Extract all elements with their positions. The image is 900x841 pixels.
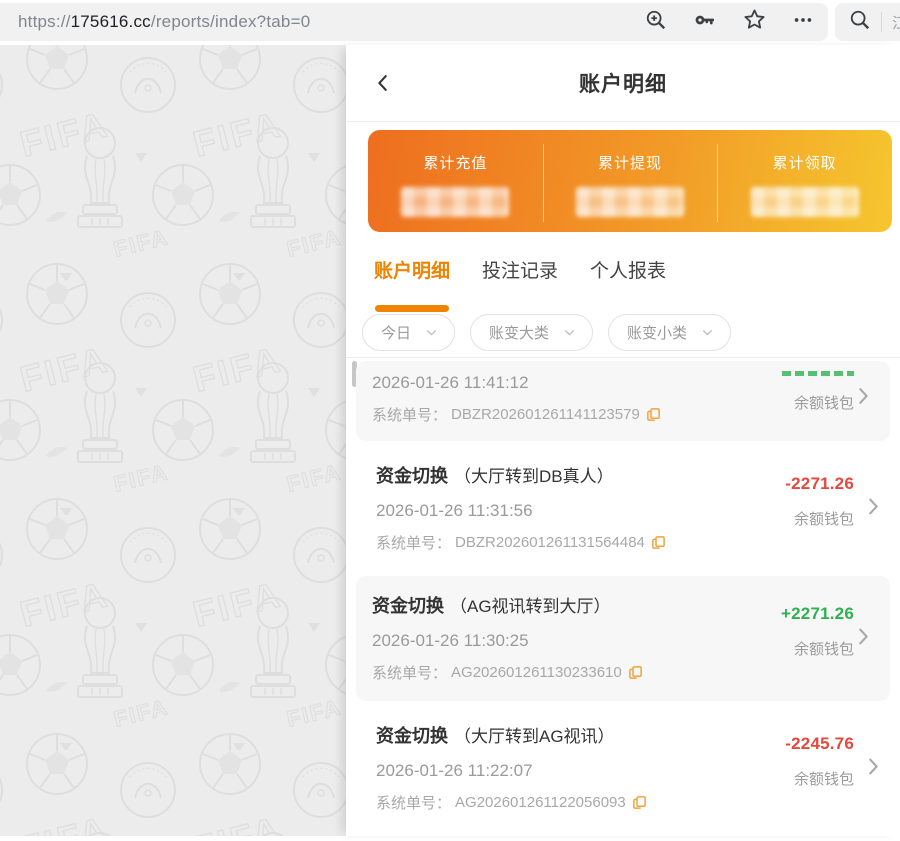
order-line: 系统单号：DBZR202601261131564484 xyxy=(376,532,744,553)
filter-dropdown[interactable]: 账变大类 xyxy=(470,314,593,351)
find-search-box[interactable]: 江 xyxy=(835,3,900,41)
wallet-type: 余额钱包 xyxy=(794,638,854,659)
filter-label: 账变小类 xyxy=(627,322,687,343)
transaction-title: 资金切换 （大厅转到AG视讯） xyxy=(376,722,744,748)
report-panel: 账户明细 累计充值 累计提现 累计领取 账户明细 投注记录 个人报表 今日 账变… xyxy=(346,45,900,836)
filter-row: 今日 账变大类 账变小类 xyxy=(346,312,900,353)
transaction-row[interactable]: 2026-01-26 11:41:12 系统单号：DBZR20260126114… xyxy=(356,361,890,441)
order-number: AG202601261130233610 xyxy=(451,664,622,681)
summary-label: 累计领取 xyxy=(773,152,837,173)
blurred-amount xyxy=(751,187,859,217)
fifa-watermark-background: FIFA FIFA xyxy=(0,45,346,836)
transaction-datetime: 2026-01-26 11:22:07 xyxy=(376,761,744,781)
transaction-amount: -2271.26 xyxy=(785,474,854,494)
password-key-icon[interactable] xyxy=(693,8,717,37)
transaction-type: 资金切换 xyxy=(376,726,448,746)
copy-icon[interactable] xyxy=(651,535,666,550)
tab[interactable]: 账户明细 xyxy=(374,256,450,312)
summary-column: 累计领取 xyxy=(717,130,892,232)
order-label: 系统单号： xyxy=(376,532,451,553)
order-label: 系统单号： xyxy=(376,792,451,813)
chevron-down-icon xyxy=(701,326,714,339)
summary-column: 累计充值 xyxy=(368,130,543,232)
tab-label: 账户明细 xyxy=(374,261,450,282)
transaction-detail: （大厅转到DB真人） xyxy=(454,467,614,486)
summary-label: 累计提现 xyxy=(598,152,662,173)
order-line: 系统单号：DBZR202601261141123579 xyxy=(372,404,744,425)
browser-topbar: https://175616.cc/reports/index?tab=0 江 xyxy=(0,0,900,45)
order-number: DBZR202601261141123579 xyxy=(451,406,640,423)
divider xyxy=(881,12,882,32)
order-label: 系统单号： xyxy=(372,662,447,683)
summary-label: 累计充值 xyxy=(423,152,487,173)
order-label: 系统单号： xyxy=(372,404,447,425)
transaction-row[interactable]: 资金切换 （大厅转到DB真人） 2026-01-26 11:31:56 系统单号：… xyxy=(346,444,900,573)
transaction-detail: （大厅转到AG视讯） xyxy=(454,727,615,746)
tab[interactable]: 个人报表 xyxy=(590,256,666,312)
more-menu-icon[interactable] xyxy=(792,9,814,36)
find-hint-text: 江 xyxy=(892,12,900,33)
summary-card: 累计充值 累计提现 累计领取 xyxy=(368,130,892,232)
page-title: 账户明细 xyxy=(579,68,667,98)
bookmark-star-icon[interactable] xyxy=(743,8,766,36)
transaction-detail: （AG视讯转到大厅） xyxy=(450,597,611,616)
clipped-amount-remnant xyxy=(782,371,854,376)
chevron-right-icon[interactable] xyxy=(852,623,874,654)
transaction-title: 资金切换 （AG视讯转到大厅） xyxy=(372,592,744,618)
search-icon[interactable] xyxy=(849,9,871,36)
wallet-type: 余额钱包 xyxy=(794,508,854,529)
transaction-amount: -2245.76 xyxy=(785,734,854,754)
summary-column: 累计提现 xyxy=(543,130,718,232)
copy-icon[interactable] xyxy=(628,665,643,680)
wallet-type: 余额钱包 xyxy=(794,768,854,789)
filter-label: 今日 xyxy=(381,322,411,343)
blurred-amount xyxy=(401,187,509,217)
address-bar[interactable]: https://175616.cc/reports/index?tab=0 xyxy=(0,3,828,41)
tab-label: 投注记录 xyxy=(482,261,558,282)
copy-icon[interactable] xyxy=(646,407,661,422)
chevron-down-icon xyxy=(425,326,438,339)
filter-label: 账变大类 xyxy=(489,322,549,343)
transaction-list: 2026-01-26 11:41:12 系统单号：DBZR20260126114… xyxy=(346,357,900,833)
transaction-row[interactable]: 资金切换 （大厅转到AG视讯） 2026-01-26 11:22:07 系统单号：… xyxy=(346,704,900,833)
tab-label: 个人报表 xyxy=(590,261,666,282)
transaction-type: 资金切换 xyxy=(372,596,444,616)
blurred-amount xyxy=(576,187,684,217)
order-line: 系统单号：AG202601261122056093 xyxy=(376,792,744,813)
chevron-down-icon xyxy=(563,326,576,339)
transaction-title: 资金切换 （大厅转到DB真人） xyxy=(376,462,744,488)
wallet-type: 余额钱包 xyxy=(794,392,854,413)
chevron-right-icon[interactable] xyxy=(862,493,884,524)
copy-icon[interactable] xyxy=(632,795,647,810)
transaction-amount: +2271.26 xyxy=(781,604,854,624)
chevron-right-icon[interactable] xyxy=(862,753,884,784)
transaction-datetime: 2026-01-26 11:41:12 xyxy=(372,373,744,393)
order-number: AG202601261122056093 xyxy=(455,794,626,811)
zoom-in-icon[interactable] xyxy=(645,9,667,36)
report-tabs: 账户明细 投注记录 个人报表 xyxy=(346,232,900,312)
transaction-type: 资金切换 xyxy=(376,466,448,486)
tab[interactable]: 投注记录 xyxy=(482,256,558,312)
transaction-row[interactable]: 资金切换 （AG视讯转到大厅） 2026-01-26 11:30:25 系统单号：… xyxy=(356,576,890,701)
order-number: DBZR202601261131564484 xyxy=(455,534,645,551)
active-tab-underline xyxy=(375,305,449,312)
filter-dropdown[interactable]: 账变小类 xyxy=(608,314,731,351)
back-button[interactable] xyxy=(368,68,398,98)
filter-dropdown[interactable]: 今日 xyxy=(362,314,455,351)
page-header: 账户明细 xyxy=(346,45,900,122)
chevron-right-icon[interactable] xyxy=(852,383,874,414)
url-text[interactable]: https://175616.cc/reports/index?tab=0 xyxy=(18,12,310,32)
order-line: 系统单号：AG202601261130233610 xyxy=(372,662,744,683)
transaction-datetime: 2026-01-26 11:31:56 xyxy=(376,501,744,521)
transaction-datetime: 2026-01-26 11:30:25 xyxy=(372,631,744,651)
